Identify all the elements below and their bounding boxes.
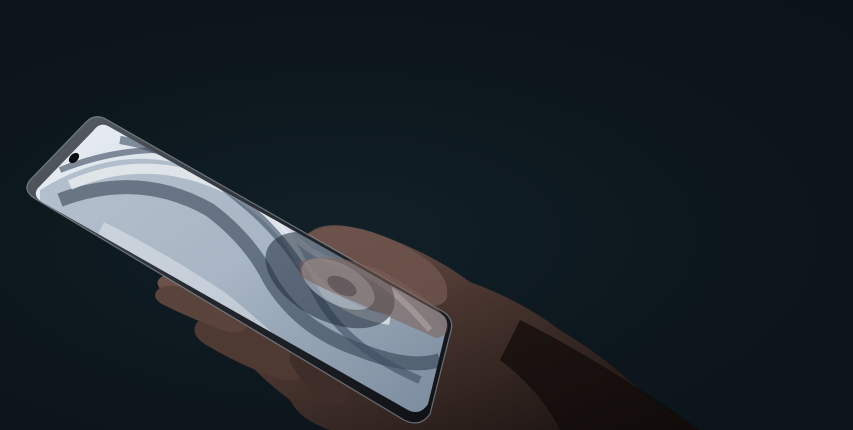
product-photo-scene [0, 0, 853, 430]
phone-in-hand-illustration [26, 116, 700, 430]
